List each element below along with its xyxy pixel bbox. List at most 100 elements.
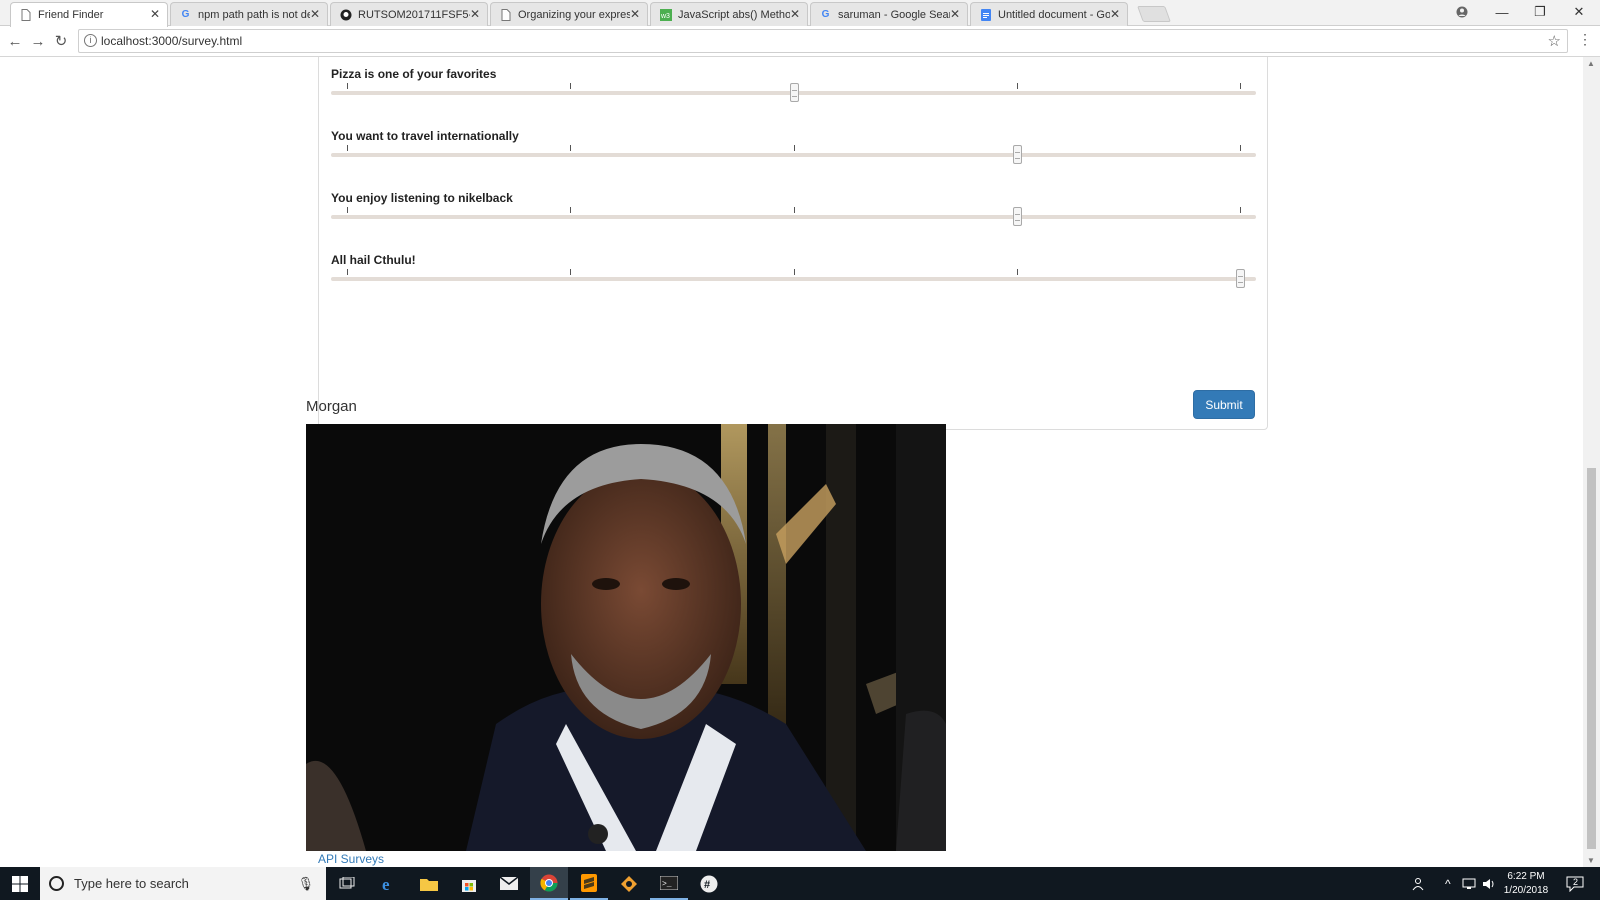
clock-date: 1/20/2018: [1503, 885, 1549, 896]
close-icon[interactable]: ✕: [950, 7, 960, 21]
scrollbar-thumb[interactable]: [1587, 468, 1596, 849]
chrome-icon[interactable]: [530, 867, 568, 900]
tab-npm-path[interactable]: G npm path path is not def ✕: [170, 2, 328, 26]
clock-time: 6:22 PM: [1507, 871, 1545, 882]
slider-tick: [347, 83, 348, 89]
submit-button[interactable]: Submit: [1193, 390, 1255, 419]
url-text: localhost:3000/survey.html: [101, 34, 243, 48]
match-name: Morgan: [306, 398, 357, 415]
info-icon[interactable]: i: [84, 34, 97, 47]
question-label: All hail Cthulu!: [331, 253, 416, 267]
search-placeholder: Type here to search: [74, 876, 189, 891]
tab-strip: Friend Finder ✕ G npm path path is not d…: [0, 0, 1600, 27]
question-label: You want to travel internationally: [331, 129, 519, 143]
slider-tick: [1016, 269, 1018, 275]
w3schools-icon: w3: [659, 8, 672, 21]
slider-track[interactable]: [331, 277, 1256, 281]
tab-github[interactable]: RUTSOM201711FSF5-FT ✕: [330, 2, 488, 26]
close-icon[interactable]: ✕: [310, 7, 320, 21]
google-icon: G: [821, 9, 830, 20]
slider-handle[interactable]: [1012, 145, 1022, 164]
svg-text:#: #: [704, 879, 710, 891]
survey-panel: Pizza is one of your favorites You want …: [318, 57, 1268, 430]
volume-icon[interactable]: [1482, 867, 1496, 900]
mail-icon[interactable]: [490, 867, 528, 900]
tab-title: RUTSOM201711FSF5-FT: [358, 8, 470, 21]
slider-tick: [347, 145, 348, 151]
close-icon[interactable]: ✕: [790, 7, 800, 21]
terminal-icon[interactable]: >_: [650, 867, 688, 900]
taskbar-search-input[interactable]: Type here to search 🎙: [40, 867, 326, 900]
slider-handle[interactable]: [1236, 269, 1245, 288]
slider-tick: [1240, 83, 1241, 89]
tab-untitled-document[interactable]: Untitled document - Goo ✕: [970, 2, 1128, 26]
close-icon[interactable]: ✕: [470, 7, 480, 21]
slider-tick: [1240, 207, 1241, 213]
file-explorer-icon[interactable]: [410, 867, 448, 900]
google-icon: G: [181, 9, 190, 20]
github-icon: [339, 8, 352, 21]
page-icon: [499, 8, 512, 21]
restore-button[interactable]: ❐: [1521, 0, 1559, 24]
tab-title: Friend Finder: [38, 9, 104, 21]
close-icon[interactable]: ✕: [630, 7, 640, 21]
scroll-up-arrow-icon[interactable]: ▲: [1587, 59, 1595, 68]
tab-javascript-abs[interactable]: w3 JavaScript abs() Method ✕: [650, 2, 808, 26]
tab-title: Untitled document - Goo: [998, 8, 1110, 21]
back-arrow-icon[interactable]: ←: [5, 31, 25, 51]
windows-start-icon[interactable]: [0, 867, 40, 900]
microphone-icon[interactable]: 🎙: [297, 876, 314, 892]
git-kraken-icon[interactable]: [610, 867, 648, 900]
address-bar[interactable]: i localhost:3000/survey.html ☆: [78, 29, 1568, 53]
svg-text:w3: w3: [660, 13, 670, 20]
slider-tick: [570, 207, 572, 213]
api-surveys-link[interactable]: API Surveys: [318, 852, 384, 866]
minimize-button[interactable]: —: [1483, 0, 1521, 24]
reload-icon[interactable]: ↻: [51, 31, 71, 51]
tab-friend-finder[interactable]: Friend Finder ✕: [10, 2, 168, 27]
scroll-down-arrow-icon[interactable]: ▼: [1587, 856, 1595, 865]
slider-tick: [570, 145, 572, 151]
notification-count: 2: [1573, 877, 1579, 887]
slider-tick: [793, 207, 795, 213]
close-icon[interactable]: ✕: [1110, 7, 1120, 21]
slider-handle[interactable]: [1012, 207, 1022, 226]
task-view-icon[interactable]: [328, 867, 366, 900]
profile-icon[interactable]: [1443, 0, 1481, 24]
network-icon[interactable]: [1462, 867, 1476, 900]
close-window-button[interactable]: ✕: [1560, 0, 1598, 24]
bookmark-star-icon[interactable]: ☆: [1548, 32, 1561, 50]
slider-tick: [570, 269, 572, 275]
edge-icon[interactable]: e: [370, 867, 408, 900]
people-icon[interactable]: [1412, 867, 1428, 900]
match-photo: [306, 424, 946, 851]
tab-organizing-express[interactable]: Organizing your express ✕: [490, 2, 648, 26]
sublime-text-icon[interactable]: [570, 867, 608, 900]
tab-title: JavaScript abs() Method: [678, 8, 790, 21]
windows-taskbar: Type here to search 🎙 e >_ # ^ 6:22 PM 1…: [0, 867, 1600, 900]
tab-title: Organizing your express: [518, 8, 630, 21]
slider-tick: [793, 145, 795, 151]
vertical-scrollbar[interactable]: ▲ ▼: [1583, 57, 1600, 867]
forward-arrow-icon[interactable]: →: [28, 31, 48, 51]
chevron-up-icon[interactable]: ^: [1445, 867, 1451, 900]
menu-icon[interactable]: ⋮: [1578, 31, 1592, 48]
page-icon: [19, 9, 32, 22]
docs-icon: [979, 8, 992, 21]
svg-text:e: e: [382, 875, 390, 893]
store-icon[interactable]: [450, 867, 488, 900]
new-tab-button[interactable]: [1137, 6, 1171, 22]
question-label: Pizza is one of your favorites: [331, 67, 497, 81]
slack-icon[interactable]: #: [690, 867, 728, 900]
page-viewport: Pizza is one of your favorites You want …: [0, 57, 1600, 867]
tab-saruman-search[interactable]: G saruman - Google Search ✕: [810, 2, 968, 26]
slider-handle[interactable]: [789, 83, 799, 102]
slider-track[interactable]: [331, 215, 1256, 219]
question-label: You enjoy listening to nikelback: [331, 191, 513, 205]
notifications-icon[interactable]: 2: [1566, 867, 1584, 900]
slider-track[interactable]: [331, 153, 1256, 157]
slider-tick: [347, 207, 348, 213]
slider-tick: [1240, 145, 1241, 151]
system-clock[interactable]: 6:22 PM 1/20/2018: [1496, 870, 1556, 898]
close-icon[interactable]: ✕: [150, 7, 160, 21]
